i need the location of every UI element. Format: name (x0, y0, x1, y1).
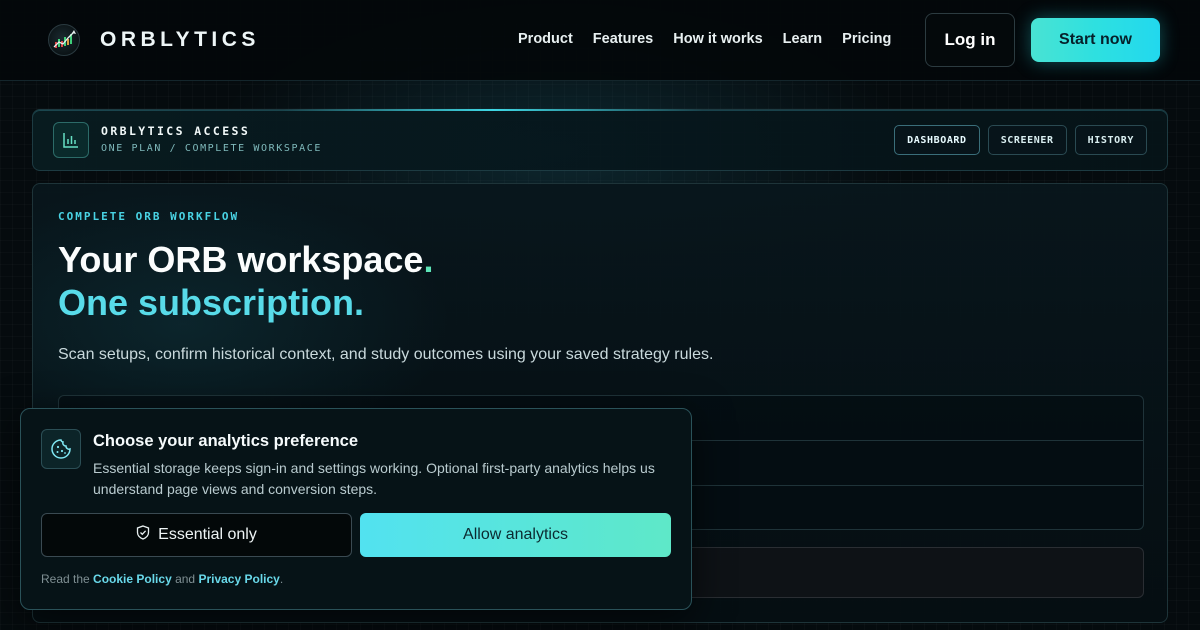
bar-chart-icon (53, 122, 89, 158)
nav-features[interactable]: Features (593, 31, 653, 47)
consent-footnote: Read the Cookie Policy and Privacy Polic… (41, 572, 283, 586)
analytics-consent-dialog: Choose your analytics preference Essenti… (20, 408, 692, 610)
hero-headline: Your ORB workspace. One subscription. (58, 238, 433, 324)
access-tabs: DASHBOARD SCREENER HISTORY (894, 125, 1147, 155)
start-now-button[interactable]: Start now (1031, 18, 1160, 62)
access-title: ORBLYTICS ACCESS (101, 124, 251, 138)
footnote-prefix: Read the (41, 572, 94, 586)
consent-description: Essential storage keeps sign-in and sett… (93, 460, 655, 497)
headline-dot: . (423, 239, 434, 280)
cookie-icon (41, 429, 81, 469)
nav-learn[interactable]: Learn (783, 31, 823, 47)
essential-only-label: Essential only (158, 526, 257, 543)
consent-title: Choose your analytics preference (93, 432, 359, 450)
tab-dashboard[interactable]: DASHBOARD (894, 125, 980, 155)
orb-chart-logo-icon[interactable] (48, 24, 80, 56)
site-header: ORBLYTICS Product Features How it works … (0, 0, 1200, 81)
privacy-policy-link[interactable]: Privacy Policy (198, 572, 279, 586)
headline-line-2: One subscription. (58, 282, 365, 323)
nav-pricing[interactable]: Pricing (842, 31, 891, 47)
login-button[interactable]: Log in (925, 13, 1015, 67)
brand-name[interactable]: ORBLYTICS (100, 28, 260, 52)
nav-how-it-works[interactable]: How it works (673, 31, 762, 47)
headline-line-1: Your ORB workspace (58, 239, 424, 280)
footnote-and: and (171, 572, 199, 586)
shield-check-icon (136, 525, 150, 545)
access-subtitle: ONE PLAN / COMPLETE WORKSPACE (101, 143, 322, 154)
hero-eyebrow: COMPLETE ORB WORKFLOW (58, 210, 240, 223)
tab-screener[interactable]: SCREENER (987, 125, 1067, 155)
hero-description: Scan setups, confirm historical context,… (58, 346, 714, 363)
access-bar: ORBLYTICS ACCESS ONE PLAN / COMPLETE WOR… (32, 109, 1168, 171)
nav-product[interactable]: Product (518, 31, 573, 47)
footnote-suffix: . (279, 572, 284, 586)
essential-only-button[interactable]: Essential only (41, 513, 352, 557)
allow-analytics-button[interactable]: Allow analytics (360, 513, 671, 557)
cookie-policy-link[interactable]: Cookie Policy (93, 572, 172, 586)
tab-history[interactable]: HISTORY (1074, 125, 1147, 155)
main-nav: Product Features How it works Learn Pric… (518, 31, 891, 47)
